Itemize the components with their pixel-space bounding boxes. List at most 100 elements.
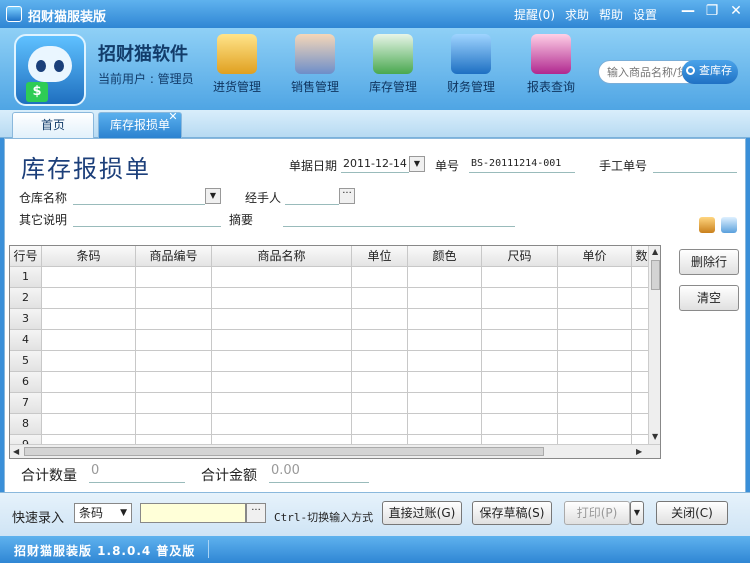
grid-cell[interactable] (482, 414, 558, 435)
grid-cell[interactable] (352, 267, 408, 288)
quick-entry-input[interactable] (140, 503, 246, 523)
grid-cell[interactable] (212, 267, 352, 288)
search-stock-button[interactable]: 查库存 (682, 60, 738, 84)
print-button[interactable]: 打印(P) (564, 501, 630, 525)
table-row[interactable]: 4 (10, 330, 652, 351)
grid-cell[interactable] (136, 372, 212, 393)
post-button[interactable]: 直接过账(G) (382, 501, 462, 525)
warehouse-field[interactable] (73, 187, 205, 205)
grid-cell[interactable] (408, 330, 482, 351)
delete-row-button[interactable]: 删除行 (679, 249, 739, 275)
grid-cell[interactable] (42, 288, 136, 309)
grid-cell[interactable] (212, 414, 352, 435)
quick-entry-picker-button[interactable]: ··· (246, 503, 266, 523)
grid-cell[interactable] (136, 309, 212, 330)
grid-cell[interactable] (408, 393, 482, 414)
tab-home[interactable]: 首页 (12, 112, 94, 138)
grid-cell[interactable] (212, 393, 352, 414)
tab-close-icon[interactable]: ✕ (167, 111, 179, 123)
grid-cell[interactable] (408, 372, 482, 393)
grid-cell[interactable] (136, 288, 212, 309)
grid-cell[interactable] (482, 330, 558, 351)
scroll-thumb[interactable] (651, 260, 660, 290)
grid-cell[interactable] (408, 309, 482, 330)
grid-cell[interactable] (42, 351, 136, 372)
col-unit[interactable]: 单位 (352, 246, 408, 267)
close-window-button[interactable]: ✕ (724, 2, 748, 22)
grid-cell[interactable] (42, 309, 136, 330)
grid-cell[interactable] (558, 372, 632, 393)
col-color[interactable]: 颜色 (408, 246, 482, 267)
grid-cell[interactable] (482, 309, 558, 330)
save-draft-button[interactable]: 保存草稿(S) (472, 501, 552, 525)
col-size[interactable]: 尺码 (482, 246, 558, 267)
manual-number-field[interactable] (653, 155, 737, 173)
chat-icon[interactable] (721, 217, 737, 233)
grid-cell[interactable] (42, 414, 136, 435)
col-barcode[interactable]: 条码 (42, 246, 136, 267)
scroll-right-icon[interactable]: ▶ (636, 447, 642, 456)
grid-cell[interactable] (42, 372, 136, 393)
grid-cell[interactable] (136, 330, 212, 351)
tool-finance[interactable]: 财务管理 (440, 34, 502, 95)
grid-cell[interactable] (408, 414, 482, 435)
close-button[interactable]: 关闭(C) (656, 501, 728, 525)
handler-picker-button[interactable]: ··· (339, 188, 355, 204)
scroll-down-icon[interactable]: ▼ (652, 432, 658, 441)
tool-sales[interactable]: 销售管理 (284, 34, 346, 95)
book-icon[interactable] (699, 217, 715, 233)
summary-field[interactable] (283, 209, 515, 227)
menu-help[interactable]: 帮助 (599, 6, 623, 23)
tool-reports[interactable]: 报表查询 (520, 34, 582, 95)
date-field[interactable]: 2011-12-14 (341, 155, 409, 173)
col-product-code[interactable]: 商品编号 (136, 246, 212, 267)
grid-cell[interactable] (42, 267, 136, 288)
grid-cell[interactable] (408, 288, 482, 309)
maximize-button[interactable]: ❐ (700, 2, 724, 22)
grid-cell[interactable] (558, 267, 632, 288)
print-options-dropdown-icon[interactable]: ▼ (630, 501, 644, 525)
col-unit-price[interactable]: 单价 (558, 246, 632, 267)
warehouse-dropdown-icon[interactable]: ▼ (205, 188, 221, 204)
table-row[interactable]: 7 (10, 393, 652, 414)
grid-cell[interactable] (352, 351, 408, 372)
entry-mode-select[interactable]: 条码 ▼ (74, 503, 132, 523)
menu-reminder[interactable]: 提醒(0) (514, 6, 555, 23)
horizontal-scrollbar[interactable]: ◀ ▶ (10, 444, 660, 458)
table-row[interactable]: 8 (10, 414, 652, 435)
grid-cell[interactable] (42, 330, 136, 351)
minimize-button[interactable]: — (676, 2, 700, 22)
grid-cell[interactable] (482, 351, 558, 372)
grid-cell[interactable] (212, 288, 352, 309)
table-row[interactable]: 5 (10, 351, 652, 372)
clear-button[interactable]: 清空 (679, 285, 739, 311)
scroll-thumb[interactable] (24, 447, 544, 456)
col-row-number[interactable]: 行号 (10, 246, 42, 267)
handler-field[interactable] (285, 187, 339, 205)
grid-cell[interactable] (558, 330, 632, 351)
grid-cell[interactable] (136, 393, 212, 414)
scroll-left-icon[interactable]: ◀ (13, 447, 19, 456)
grid-cell[interactable] (482, 372, 558, 393)
grid-cell[interactable] (352, 393, 408, 414)
grid-cell[interactable] (558, 309, 632, 330)
grid-cell[interactable] (352, 414, 408, 435)
grid-cell[interactable] (136, 414, 212, 435)
grid-cell[interactable] (408, 267, 482, 288)
table-row[interactable]: 6 (10, 372, 652, 393)
table-row[interactable]: 3 (10, 309, 652, 330)
grid-cell[interactable] (558, 393, 632, 414)
menu-settings[interactable]: 设置 (633, 6, 657, 23)
tool-inventory[interactable]: 库存管理 (362, 34, 424, 95)
grid-cell[interactable] (212, 309, 352, 330)
grid-cell[interactable] (482, 288, 558, 309)
grid-cell[interactable] (558, 351, 632, 372)
grid-cell[interactable] (558, 288, 632, 309)
grid-cell[interactable] (212, 330, 352, 351)
search-input[interactable] (607, 64, 685, 80)
grid-cell[interactable] (212, 372, 352, 393)
grid-cell[interactable] (482, 393, 558, 414)
col-product-name[interactable]: 商品名称 (212, 246, 352, 267)
other-field[interactable] (73, 209, 221, 227)
table-row[interactable]: 2 (10, 288, 652, 309)
